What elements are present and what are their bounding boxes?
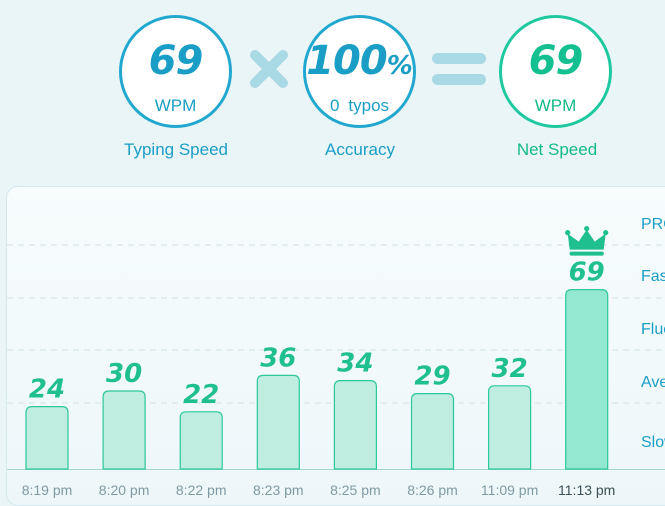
tier-label-average: Average: [641, 374, 665, 391]
x-axis-label: 8:22 pm: [176, 482, 227, 498]
bar: [488, 385, 532, 470]
bar: [102, 390, 146, 470]
bar: [333, 380, 377, 470]
bar-value-label: 29: [414, 362, 450, 392]
tier-label-fast: Fast: [641, 268, 665, 285]
x-axis-label: 11:13 pm: [558, 482, 615, 498]
tier-label-fluent: Fluent: [641, 321, 665, 338]
x-axis-label: 8:23 pm: [253, 482, 304, 498]
bar: [25, 406, 69, 470]
x-axis-label: 8:20 pm: [99, 482, 150, 498]
crown-base: [569, 251, 604, 256]
tier-label-slow: Slow: [641, 434, 665, 451]
bar-value-label: 32: [492, 354, 528, 384]
bar-value-label: 30: [106, 359, 142, 389]
crown-jewel: [603, 230, 609, 236]
bar: [179, 411, 223, 470]
x-axis-label: 11:09 pm: [481, 482, 538, 498]
crown-jewel: [565, 230, 571, 236]
bar: [410, 393, 455, 470]
bar-value-label: 24: [29, 375, 65, 405]
x-axis-label: 8:26 pm: [407, 482, 458, 498]
x-axis-label: 8:25 pm: [330, 482, 381, 498]
best-bar: [565, 289, 609, 470]
x-axis-label: 8:19 pm: [22, 482, 73, 498]
chart-svg: PRO Fast Fluent Average Slow 24 8:19 pm 30 8:20 …: [7, 216, 665, 498]
tier-label-pro: PRO: [641, 216, 665, 233]
bar-value-label: 34: [337, 349, 373, 379]
bar-value-label: 36: [260, 343, 296, 373]
bar: [256, 374, 300, 470]
crown-icon: [567, 229, 606, 250]
bar-value-label: 22: [183, 380, 219, 410]
crown-jewel: [584, 226, 590, 232]
bar-value-label: 69: [569, 258, 605, 288]
